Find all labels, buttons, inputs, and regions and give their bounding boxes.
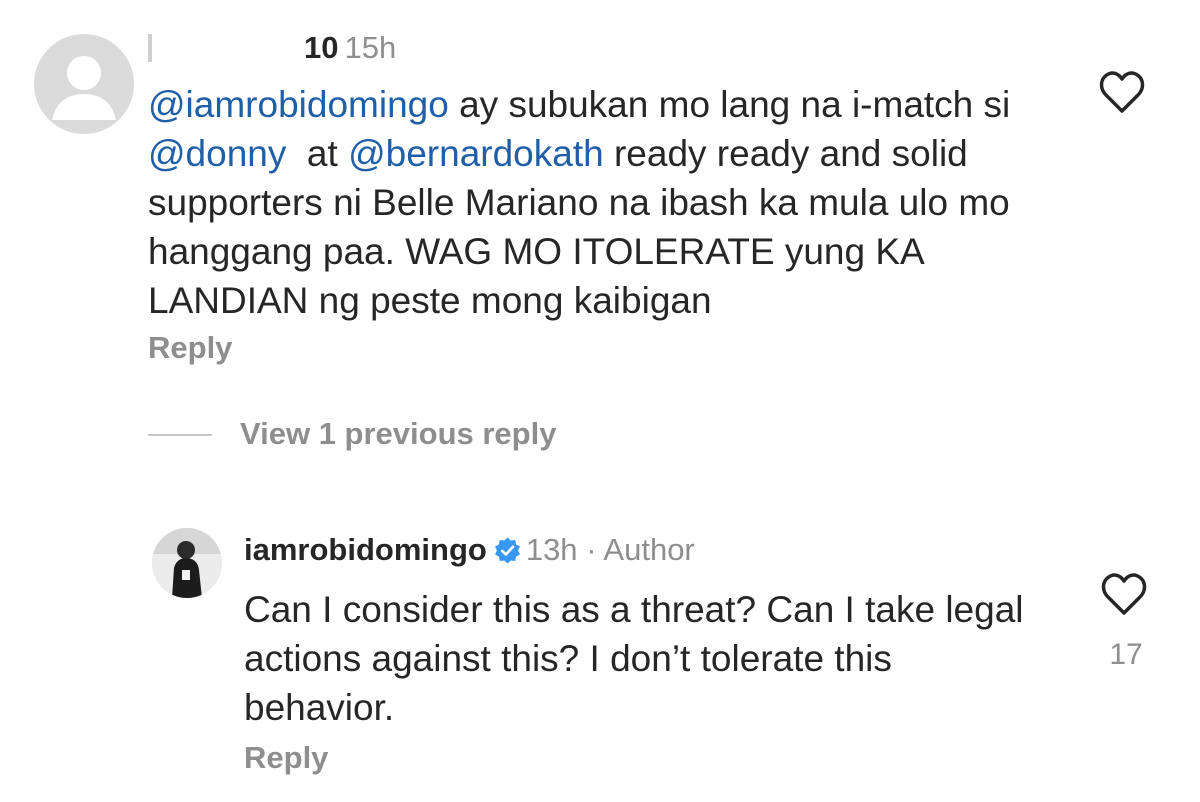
author-label: Author	[603, 532, 695, 567]
reply-meta: iamrobidomingo 13h · Author	[244, 530, 695, 570]
reply-button[interactable]: Reply	[244, 740, 328, 776]
heart-outline-icon[interactable]	[1100, 572, 1148, 616]
author-avatar[interactable]	[152, 528, 222, 598]
comment-text-part: at	[286, 133, 349, 174]
mention-link[interactable]: @donny	[148, 133, 286, 174]
reply-timestamp: 13h	[525, 532, 578, 567]
comment-text-part: ay subukan mo lang na i-match si	[448, 84, 1011, 125]
author-photo-icon	[152, 528, 222, 598]
comment-meta: 10 15h	[148, 28, 396, 68]
view-previous-replies-button[interactable]: View 1 previous reply	[240, 416, 556, 452]
like-count[interactable]: 17	[1100, 638, 1152, 672]
heart-outline-icon[interactable]	[1098, 70, 1146, 114]
mention-link[interactable]: @bernardokath	[348, 133, 604, 174]
default-user-icon	[52, 56, 116, 120]
default-avatar[interactable]	[34, 34, 134, 134]
verified-badge-icon	[493, 535, 522, 564]
reply-text: Can I consider this as a threat? Can I t…	[244, 589, 1024, 728]
comment-timestamp: 15h	[344, 30, 397, 65]
reply-button[interactable]: Reply	[148, 330, 232, 366]
meta-separator: ·	[586, 532, 597, 567]
comment-meta-number: 10	[304, 30, 339, 65]
comment-text: @iamrobidomingo ay subukan mo lang na i-…	[148, 80, 1078, 325]
mention-link[interactable]: @iamrobidomingo	[148, 84, 449, 125]
thread-divider	[148, 434, 212, 436]
redacted-username	[148, 34, 152, 62]
reply-username[interactable]: iamrobidomingo	[244, 532, 487, 567]
